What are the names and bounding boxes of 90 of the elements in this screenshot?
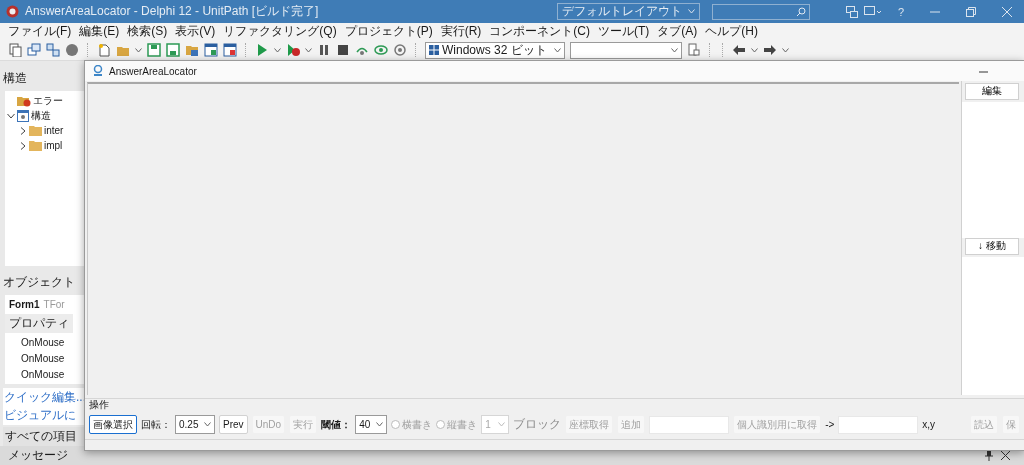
edit-button[interactable]: 編集 <box>965 83 1019 100</box>
caret-icon <box>554 47 561 53</box>
caret-icon <box>376 422 384 427</box>
monitor-icon[interactable] <box>863 5 882 18</box>
new-file-icon[interactable] <box>97 43 111 57</box>
menu-item[interactable]: ツール(T) <box>598 23 650 40</box>
property-name[interactable]: OnMouse <box>5 350 84 366</box>
save-all-icon[interactable] <box>166 43 180 57</box>
help-button[interactable]: ? <box>897 5 904 18</box>
pin-icon[interactable] <box>985 450 993 461</box>
action-button[interactable]: 画像選択 <box>89 415 137 434</box>
field-label: -> <box>825 419 835 430</box>
folder-icon <box>29 125 42 136</box>
field-label: 回転： <box>141 417 171 432</box>
link[interactable]: クイック編集... <box>4 389 86 406</box>
pause-icon[interactable] <box>317 43 331 57</box>
caret-icon <box>751 47 758 53</box>
caret-icon <box>498 422 506 427</box>
panel-title: 構造 <box>2 70 28 87</box>
app-icon <box>93 65 103 77</box>
group-title: 操作 <box>89 398 109 412</box>
dropdown[interactable]: 40 <box>355 415 388 434</box>
structure-icon <box>17 109 29 122</box>
tree-item[interactable]: エラー <box>33 93 63 108</box>
back-arrow-icon[interactable] <box>732 43 746 57</box>
expander-icon[interactable] <box>19 141 27 150</box>
dropdown[interactable]: 0.25 <box>175 415 215 434</box>
config-dropdown[interactable] <box>570 41 682 59</box>
close-icon[interactable] <box>1001 451 1010 460</box>
menu-item[interactable]: 表示(V) <box>175 23 216 40</box>
panel-title: オブジェクト <box>2 274 76 291</box>
caret-icon <box>204 422 211 427</box>
expander-icon[interactable] <box>7 111 15 120</box>
caret-icon <box>274 47 281 53</box>
move-down-button[interactable]: ↓ 移動 <box>965 238 1019 255</box>
link[interactable]: ビジュアルに <box>4 407 76 424</box>
stop-icon[interactable] <box>336 43 350 57</box>
layout-icon[interactable] <box>845 5 858 18</box>
save-icon[interactable] <box>147 43 161 57</box>
menu-item[interactable]: ヘルプ(H) <box>705 23 758 40</box>
form-type: TFor <box>43 299 65 310</box>
forward-arrow-icon[interactable] <box>763 43 777 57</box>
menu-item[interactable]: プロジェクト(P) <box>344 23 433 40</box>
menu-item[interactable]: リファクタリング(Q) <box>223 23 337 40</box>
field-label: ブロック <box>513 416 562 433</box>
search-icon <box>795 6 806 17</box>
app-logo-icon <box>6 5 19 18</box>
filter-label[interactable]: すべての項目 <box>3 427 84 446</box>
form-name: Form1 <box>9 299 40 310</box>
action-button[interactable]: Prev <box>219 415 248 434</box>
tree-item[interactable]: impl <box>44 140 63 151</box>
tree-item[interactable]: 構造 <box>31 108 51 123</box>
windows-icon[interactable] <box>27 43 41 57</box>
menu-item[interactable]: タブ(A) <box>657 23 698 40</box>
field-label: x,y <box>922 419 936 430</box>
device-icon[interactable] <box>687 43 701 57</box>
bug-icon[interactable] <box>286 43 300 57</box>
property-name[interactable]: OnMouse <box>5 366 84 382</box>
menu-item[interactable]: 検索(S) <box>127 23 168 40</box>
layout-dropdown[interactable]: デフォルトレイアウト <box>556 3 700 20</box>
menu-item[interactable]: 実行(R) <box>440 23 482 40</box>
folder-icon <box>29 140 42 151</box>
menu-item[interactable]: 編集(E) <box>79 23 120 40</box>
panel-title: メッセージ <box>8 447 69 464</box>
form-icon[interactable] <box>223 43 237 57</box>
window-title: AnswerAreaLocator <box>109 65 198 77</box>
eye-icon[interactable] <box>374 43 388 57</box>
platform-dropdown[interactable]: Windows 32 ビット <box>425 41 565 59</box>
maximize-icon[interactable] <box>966 6 976 17</box>
menu-item[interactable]: コンポーネント(C) <box>489 23 590 40</box>
window-title: AnswerAreaLocator - Delphi 12 - UnitPath [ビルド完了] <box>25 3 319 20</box>
property-name[interactable]: OnMouse <box>5 334 84 350</box>
search-field[interactable] <box>711 3 810 20</box>
properties-tab[interactable]: プロパティ <box>5 314 73 333</box>
expander-icon[interactable] <box>19 126 27 135</box>
caret-icon <box>305 47 312 53</box>
windows-logo-icon <box>429 45 439 55</box>
menu-item[interactable]: ファイル(F) <box>8 23 72 40</box>
tree-item[interactable]: inter <box>44 125 64 136</box>
caret-icon <box>135 47 142 53</box>
caret-icon <box>687 9 695 14</box>
caret-icon <box>671 47 678 53</box>
field-label: 閾値： <box>321 417 352 432</box>
platform-label: Windows 32 ビット <box>442 41 547 59</box>
folder-icon[interactable] <box>185 43 199 57</box>
folder-error-icon <box>17 94 31 107</box>
copy-icon[interactable] <box>8 43 22 57</box>
play-icon[interactable] <box>255 43 269 57</box>
form-icon[interactable] <box>204 43 218 57</box>
caret-icon <box>782 47 789 53</box>
